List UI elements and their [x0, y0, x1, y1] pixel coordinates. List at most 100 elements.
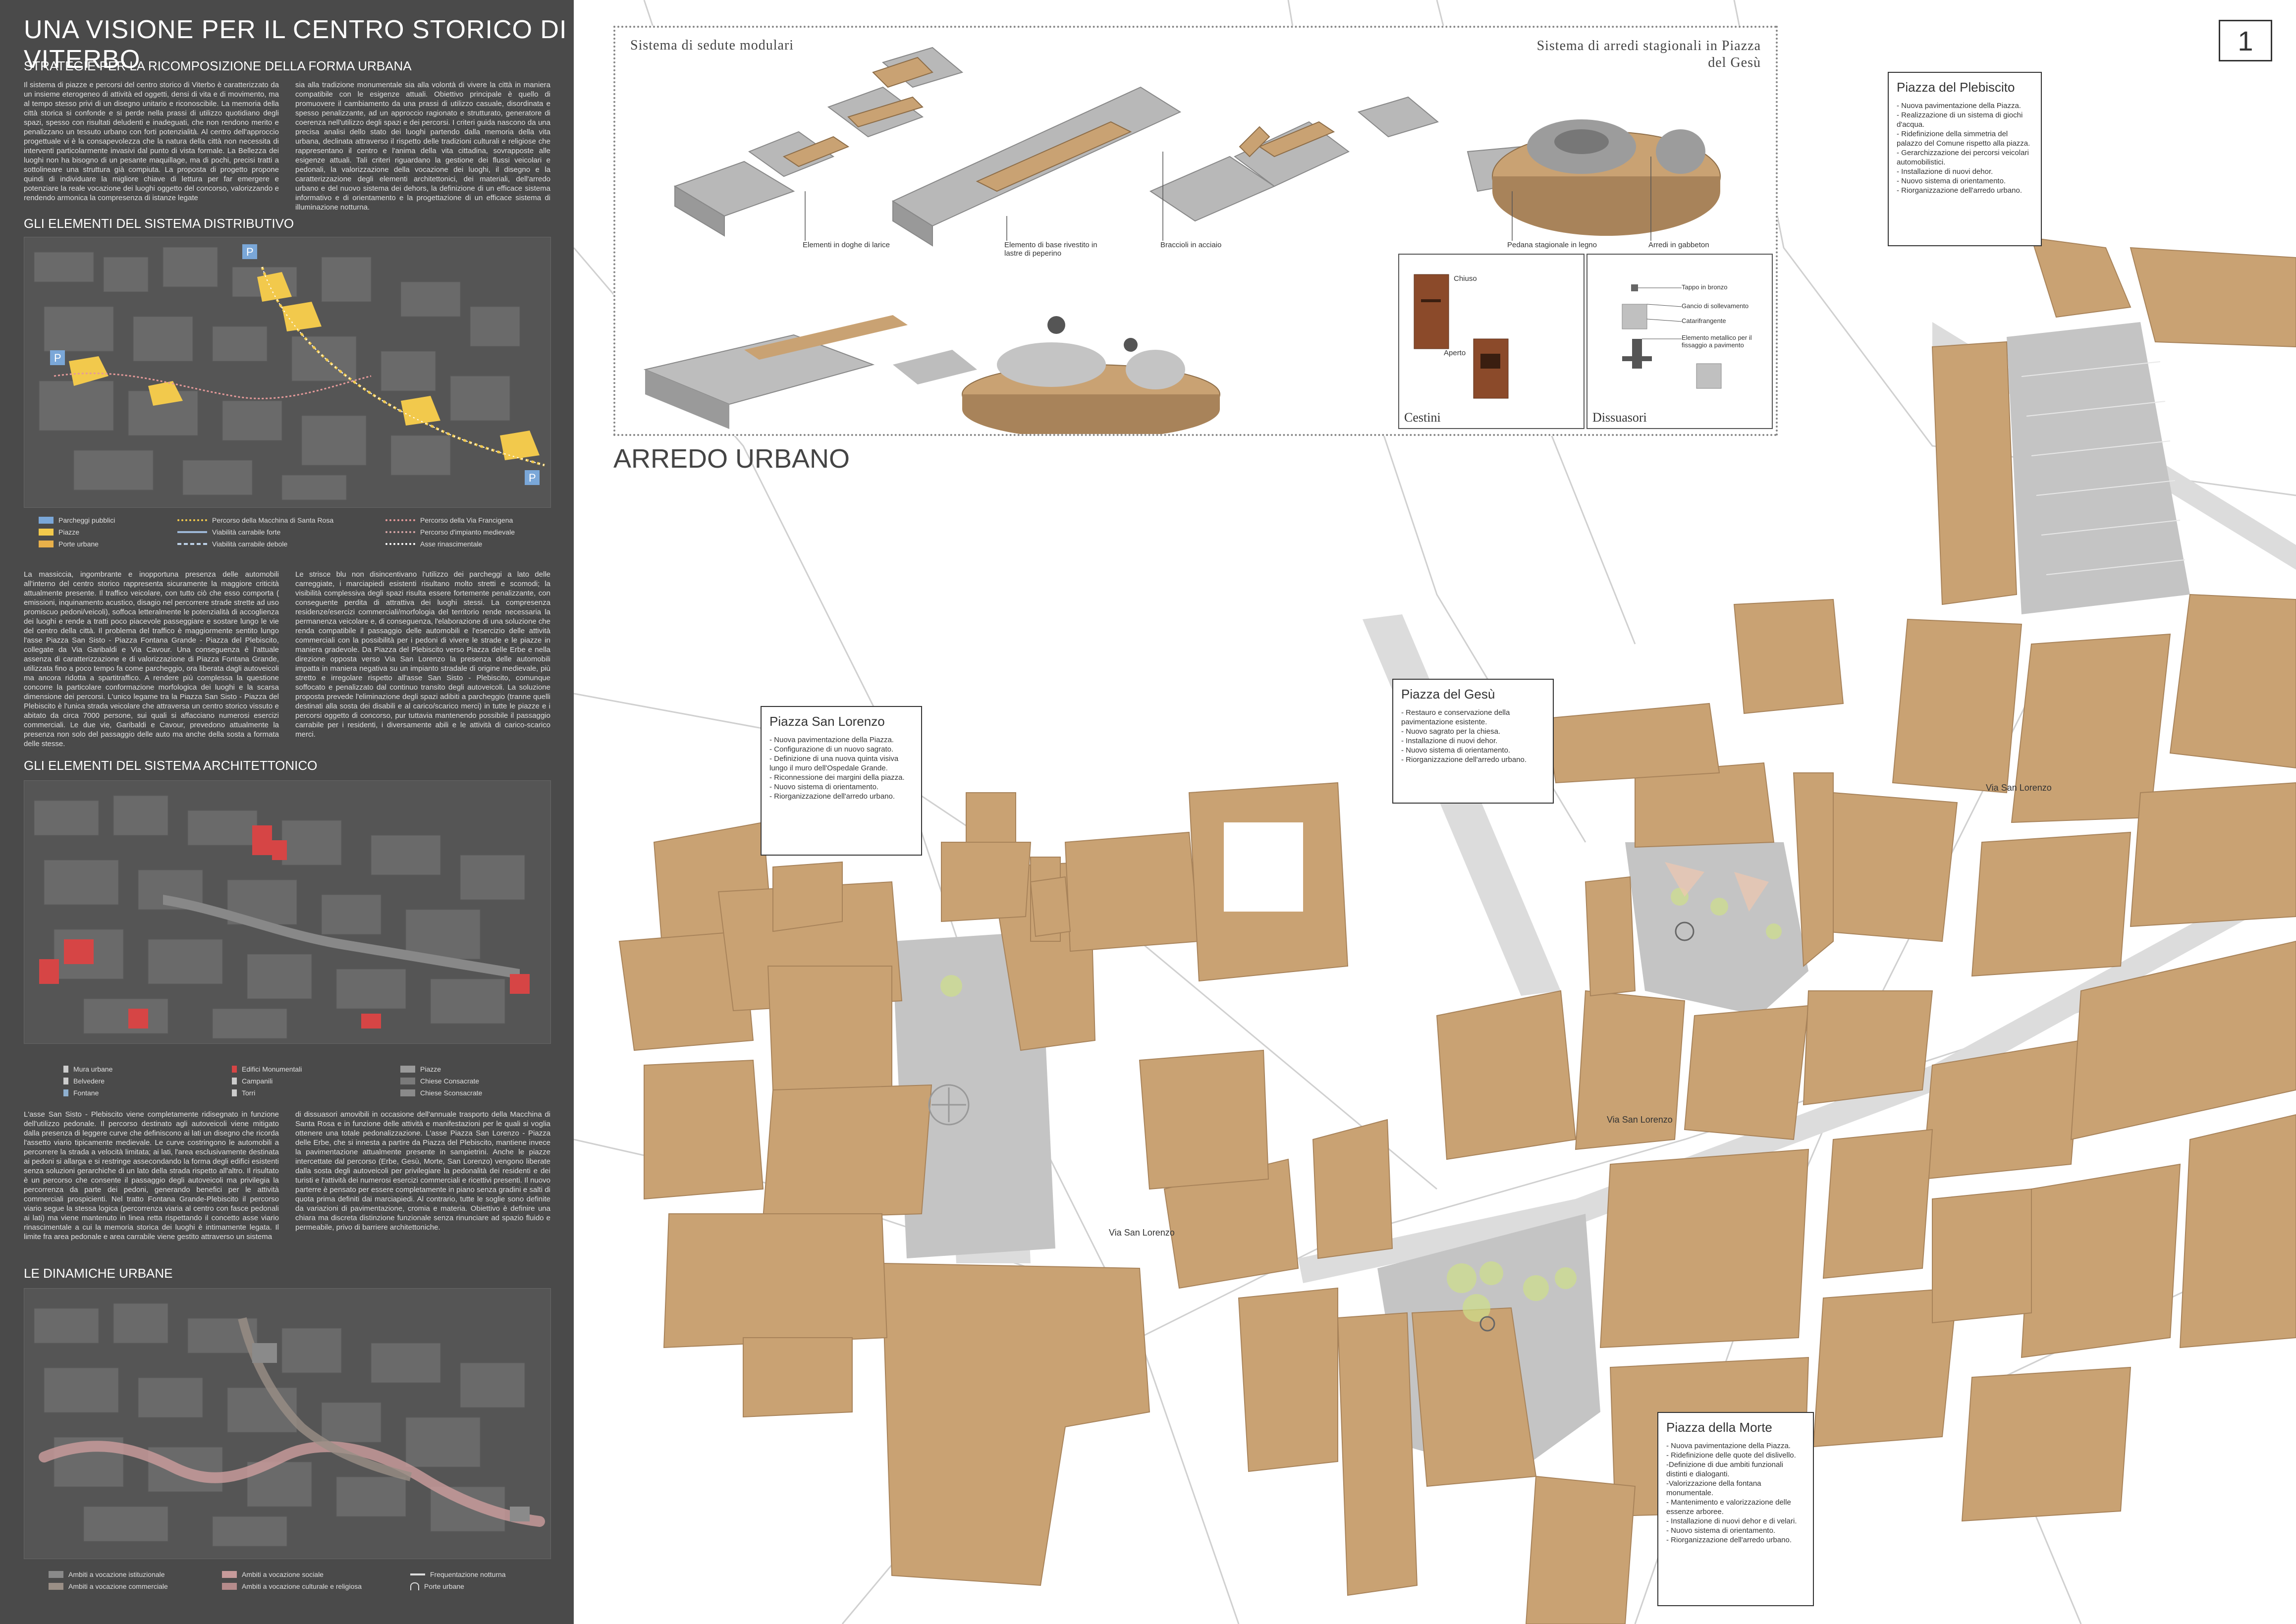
paragraph-distributivo-2: Le strisce blu non disincentivano l'util…: [295, 570, 550, 739]
map-architettonico-drawing: [34, 795, 530, 1039]
label-chiuso: Chiuso: [1454, 274, 1477, 283]
callout-item: - Nuova pavimentazione della Piazza.: [1897, 102, 2021, 110]
legend-label: Mura urbane: [73, 1065, 113, 1073]
legend-label: Campanili: [242, 1077, 273, 1085]
section-title-dinamiche: LE DINAMICHE URBANE: [24, 1266, 173, 1281]
callout-item: - Restauro e conservazione della pavimen…: [1401, 708, 1510, 726]
legend-item: Piazze: [400, 1065, 441, 1073]
swatch: [222, 1583, 237, 1590]
legend-label: Fontane: [73, 1089, 99, 1097]
legend-item: Torri: [232, 1089, 255, 1097]
label-gancio: Gancio di sollevamento: [1682, 302, 1749, 310]
paragraph-strategie-1: Il sistema di piazze e percorsi del cent…: [24, 81, 279, 202]
legend-label: Viabilità carrabile debole: [212, 540, 288, 548]
swatch: [63, 1066, 68, 1073]
bins-box: Chiuso Aperto Cestini: [1398, 254, 1585, 429]
bollards-title: Dissuasori: [1592, 410, 1647, 425]
callout-item: - Riorganizzazione dell'arredo urbano.: [1897, 186, 2023, 195]
label-braccioli: Braccioli in acciaio: [1160, 241, 1222, 249]
legend-dinamiche: Ambiti a vocazione istituzionale Ambiti …: [24, 1570, 550, 1600]
callout-gesu: Piazza del Gesù - Restauro e conservazio…: [1392, 679, 1554, 804]
callout-item: - Definizione di una nuova quinta visiva…: [769, 755, 899, 772]
label-aperto: Aperto: [1444, 349, 1466, 357]
swatch: [400, 1066, 415, 1073]
label-tappo: Tappo in bronzo: [1682, 283, 1728, 291]
street-label: Via San Lorenzo: [1607, 1115, 1673, 1125]
callout-item: - Nuova pavimentazione della Piazza.: [769, 736, 894, 744]
legend-label: Porte urbane: [58, 540, 99, 548]
street-label: Via San Lorenzo: [1986, 783, 2052, 793]
callout-item: - Riorganizzazione dell'arredo urbano.: [1401, 756, 1527, 764]
legend-label: Parcheggi pubblici: [58, 516, 115, 524]
swatch: [63, 1089, 68, 1096]
legend-label: Frequentazione notturna: [430, 1570, 506, 1578]
label-elemento-metallico: Elemento metallico per il fissaggio a pa…: [1682, 334, 1752, 349]
section-title-strategie: STRATEGIE PER LA RICOMPOSIZIONE DELLA FO…: [24, 58, 412, 73]
street-label: Via San Lorenzo: [1109, 1228, 1175, 1238]
paragraph-architettonico-1: L'asse San Sisto - Plebiscito viene comp…: [24, 1110, 279, 1241]
svg-text:P: P: [246, 246, 254, 258]
legend-label: Ambiti a vocazione istituzionale: [68, 1570, 165, 1578]
legend-label: Edifici Monumentali: [242, 1065, 302, 1073]
label-doghe-larice: Elementi in doghe di larice: [803, 241, 890, 249]
callout-title: Piazza del Gesù: [1401, 687, 1495, 702]
callout-title: Piazza San Lorenzo: [769, 714, 885, 729]
legend-item: Chiese Consacrate: [400, 1077, 479, 1085]
sidebar: UNA VISIONE PER IL CENTRO STORICO DI VIT…: [0, 0, 574, 1624]
swatch: [400, 1089, 415, 1096]
callout-list: - Restauro e conservazione della pavimen…: [1401, 708, 1545, 764]
legend-label: Percorso della Via Francigena: [420, 516, 513, 524]
callout-title: Piazza del Plebiscito: [1897, 80, 2015, 95]
swatch: [232, 1089, 237, 1096]
line-swatch: [177, 519, 207, 521]
callout-item: - Installazione di nuovi dehor.: [1401, 737, 1498, 745]
label-catarifrangente: Catarifrangente: [1682, 317, 1726, 325]
swatch: [49, 1583, 63, 1590]
legend-item: Parcheggi pubblici: [39, 516, 115, 524]
callout-item: - Nuovo sistema di orientamento.: [1666, 1526, 1776, 1535]
sheet-number: 1: [2219, 20, 2272, 61]
line-swatch: [177, 531, 207, 533]
swatch: [232, 1078, 237, 1084]
swatch: [39, 517, 54, 524]
legend-item: Campanili: [232, 1077, 273, 1085]
legend-label: Belvedere: [73, 1077, 105, 1085]
callout-item: - Nuovo sistema di orientamento.: [769, 783, 879, 791]
callout-sanlorenzo: Piazza San Lorenzo - Nuova pavimentazion…: [761, 706, 922, 856]
callout-item: - Configurazione di un nuovo sagrato.: [769, 745, 894, 754]
callout-item: - Riorganizzazione dell'arredo urbano.: [1666, 1536, 1792, 1544]
map-dinamiche: [24, 1288, 551, 1559]
callout-item: -Definizione di due ambiti funzionali di…: [1666, 1461, 1783, 1478]
swatch: [63, 1078, 68, 1084]
paragraph-distributivo-1: La massiccia, ingombrante e inopportuna …: [24, 570, 279, 748]
bollards-drawing: [1622, 284, 1722, 389]
legend-label: Torri: [242, 1089, 256, 1097]
swatch: [39, 541, 54, 547]
swatch: [232, 1066, 237, 1073]
legend-label: Chiese Consacrate: [420, 1077, 480, 1085]
bollards-box: Tappo in bronzo Gancio di sollevamento C…: [1586, 254, 1773, 429]
legend-item: Porte urbane: [410, 1582, 464, 1590]
callout-item: - Nuovo sistema di orientamento.: [1401, 746, 1511, 755]
callout-list: - Nuova pavimentazione della Piazza. - R…: [1666, 1441, 1805, 1545]
legend-item: Percorso d'impianto medievale: [385, 528, 515, 536]
callout-item: - Riconnessione dei margini della piazza…: [769, 773, 905, 782]
line-swatch: [177, 543, 207, 545]
legend-item: Asse rinascimentale: [385, 540, 482, 548]
callout-item: - Realizzazione di un sistema di giochi …: [1897, 111, 2023, 129]
legend-label: Piazze: [58, 528, 80, 536]
legend-item: Chiese Sconsacrate: [400, 1089, 482, 1097]
bins-title: Cestini: [1404, 410, 1441, 425]
legend-item: Fontane: [63, 1089, 99, 1097]
callout-item: - Mantenimento e valorizzazione delle es…: [1666, 1498, 1791, 1516]
legend-label: Viabilità carrabile forte: [212, 528, 281, 536]
swatch: [400, 1078, 415, 1084]
legend-item: Viabilità carrabile forte: [177, 528, 280, 536]
legend-label: Percorso della Macchina di Santa Rosa: [212, 516, 334, 524]
legend-label: Porte urbane: [424, 1582, 464, 1590]
callout-item: - Installazione di nuovi dehor.: [1897, 167, 1993, 176]
legend-label: Asse rinascimentale: [420, 540, 483, 548]
svg-text:P: P: [54, 352, 61, 364]
map-architettonico: [24, 780, 551, 1044]
bins-drawing: [1414, 274, 1509, 399]
